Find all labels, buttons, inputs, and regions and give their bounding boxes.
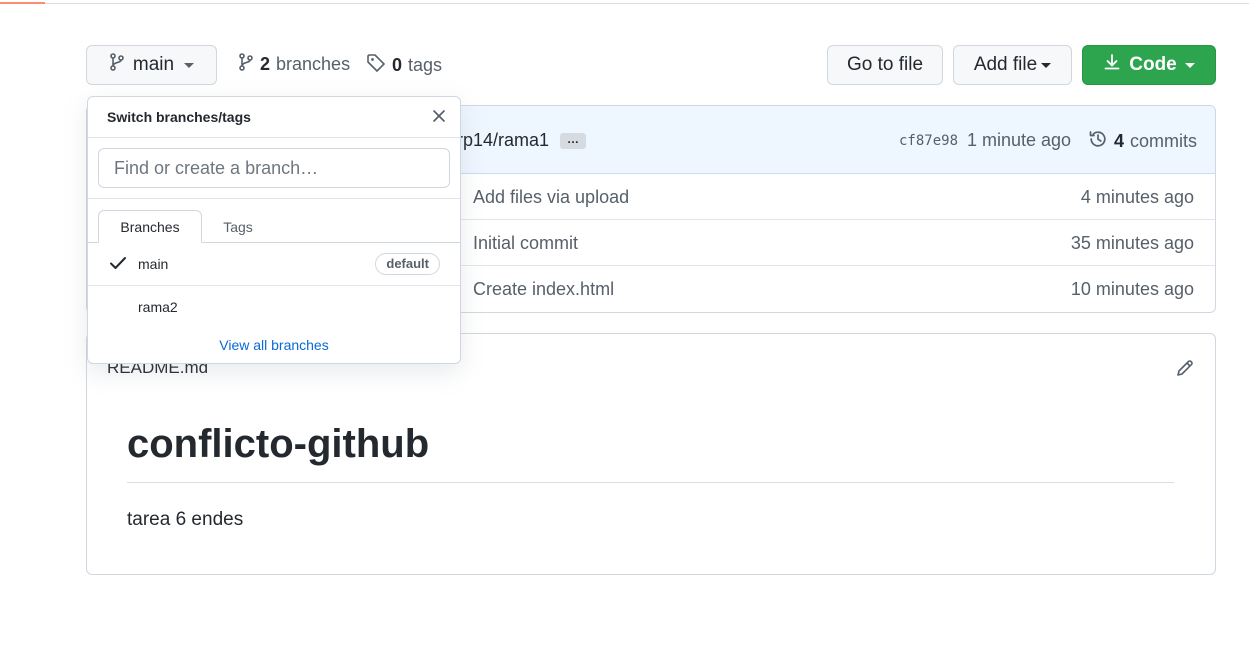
code-button[interactable]: Code bbox=[1082, 45, 1216, 85]
tab-branches[interactable]: Branches bbox=[98, 210, 202, 243]
go-to-file-label: Go to file bbox=[846, 54, 924, 75]
caret-down-icon bbox=[184, 62, 195, 68]
commits-link[interactable]: 4 commits bbox=[1088, 129, 1197, 154]
commits-label: commits bbox=[1130, 131, 1198, 151]
commits-count: 4 bbox=[1114, 131, 1125, 151]
close-icon[interactable] bbox=[431, 108, 447, 129]
commit-age: 1 minute ago bbox=[967, 130, 1072, 150]
default-branch-badge: default bbox=[375, 253, 440, 275]
add-file-label: Add file bbox=[973, 54, 1038, 75]
add-file-button[interactable]: Add file bbox=[953, 45, 1072, 85]
view-all-branches-link[interactable]: View all branches bbox=[88, 337, 460, 353]
history-icon bbox=[1088, 129, 1108, 154]
branches-label: branches bbox=[276, 54, 351, 74]
caret-down-icon bbox=[1184, 62, 1195, 68]
branches-link[interactable]: 2 branches bbox=[238, 53, 350, 76]
file-commit-age: 10 minutes ago bbox=[1070, 279, 1194, 299]
branch-switcher-dropdown: Switch branches/tags Branches Tags main … bbox=[87, 96, 461, 364]
tags-count: 0 bbox=[392, 55, 403, 75]
commit-expand-button[interactable]: … bbox=[560, 133, 586, 149]
tags-link[interactable]: 0 tags bbox=[366, 53, 442, 78]
caret-down-icon bbox=[1041, 62, 1052, 68]
tag-icon bbox=[366, 53, 386, 78]
pencil-icon[interactable] bbox=[1175, 358, 1195, 383]
git-branch-icon bbox=[109, 53, 125, 77]
divider bbox=[88, 198, 460, 199]
divider bbox=[88, 137, 460, 138]
branch-search-input[interactable] bbox=[98, 148, 450, 188]
tab-tags[interactable]: Tags bbox=[202, 210, 274, 243]
branch-name: main bbox=[138, 256, 169, 272]
check-icon bbox=[109, 255, 127, 274]
branches-count: 2 bbox=[260, 54, 271, 74]
file-commit-age: 35 minutes ago bbox=[1070, 233, 1194, 253]
file-commit-message[interactable]: Add files via upload bbox=[473, 187, 629, 208]
download-icon bbox=[1103, 53, 1121, 77]
latest-commit-message[interactable]: rp14/rama1 bbox=[457, 130, 549, 151]
branch-item-main[interactable]: main default bbox=[88, 243, 460, 285]
commit-sha[interactable]: cf87e98 bbox=[899, 133, 958, 149]
code-label: Code bbox=[1129, 54, 1177, 75]
readme-heading: conflicto-github bbox=[127, 422, 430, 466]
file-commit-message[interactable]: Initial commit bbox=[473, 233, 578, 254]
git-branch-icon bbox=[238, 53, 254, 76]
branch-item-rama2[interactable]: rama2 bbox=[88, 286, 460, 328]
readme-paragraph: tarea 6 endes bbox=[127, 509, 244, 530]
branch-select-label: main bbox=[132, 54, 175, 75]
branch-name: rama2 bbox=[138, 299, 178, 315]
tags-label: tags bbox=[408, 55, 443, 75]
file-commit-message[interactable]: Create index.html bbox=[473, 279, 614, 300]
readme-heading-divider bbox=[127, 482, 1174, 483]
top-divider bbox=[0, 3, 1249, 4]
file-commit-age: 4 minutes ago bbox=[1080, 187, 1194, 207]
go-to-file-button[interactable]: Go to file bbox=[827, 45, 943, 85]
branch-select-button[interactable]: main bbox=[86, 45, 217, 85]
dropdown-title: Switch branches/tags bbox=[107, 109, 251, 125]
readme-box: README.md conflicto-github tarea 6 endes bbox=[86, 333, 1216, 575]
active-tab-underline bbox=[0, 2, 45, 4]
